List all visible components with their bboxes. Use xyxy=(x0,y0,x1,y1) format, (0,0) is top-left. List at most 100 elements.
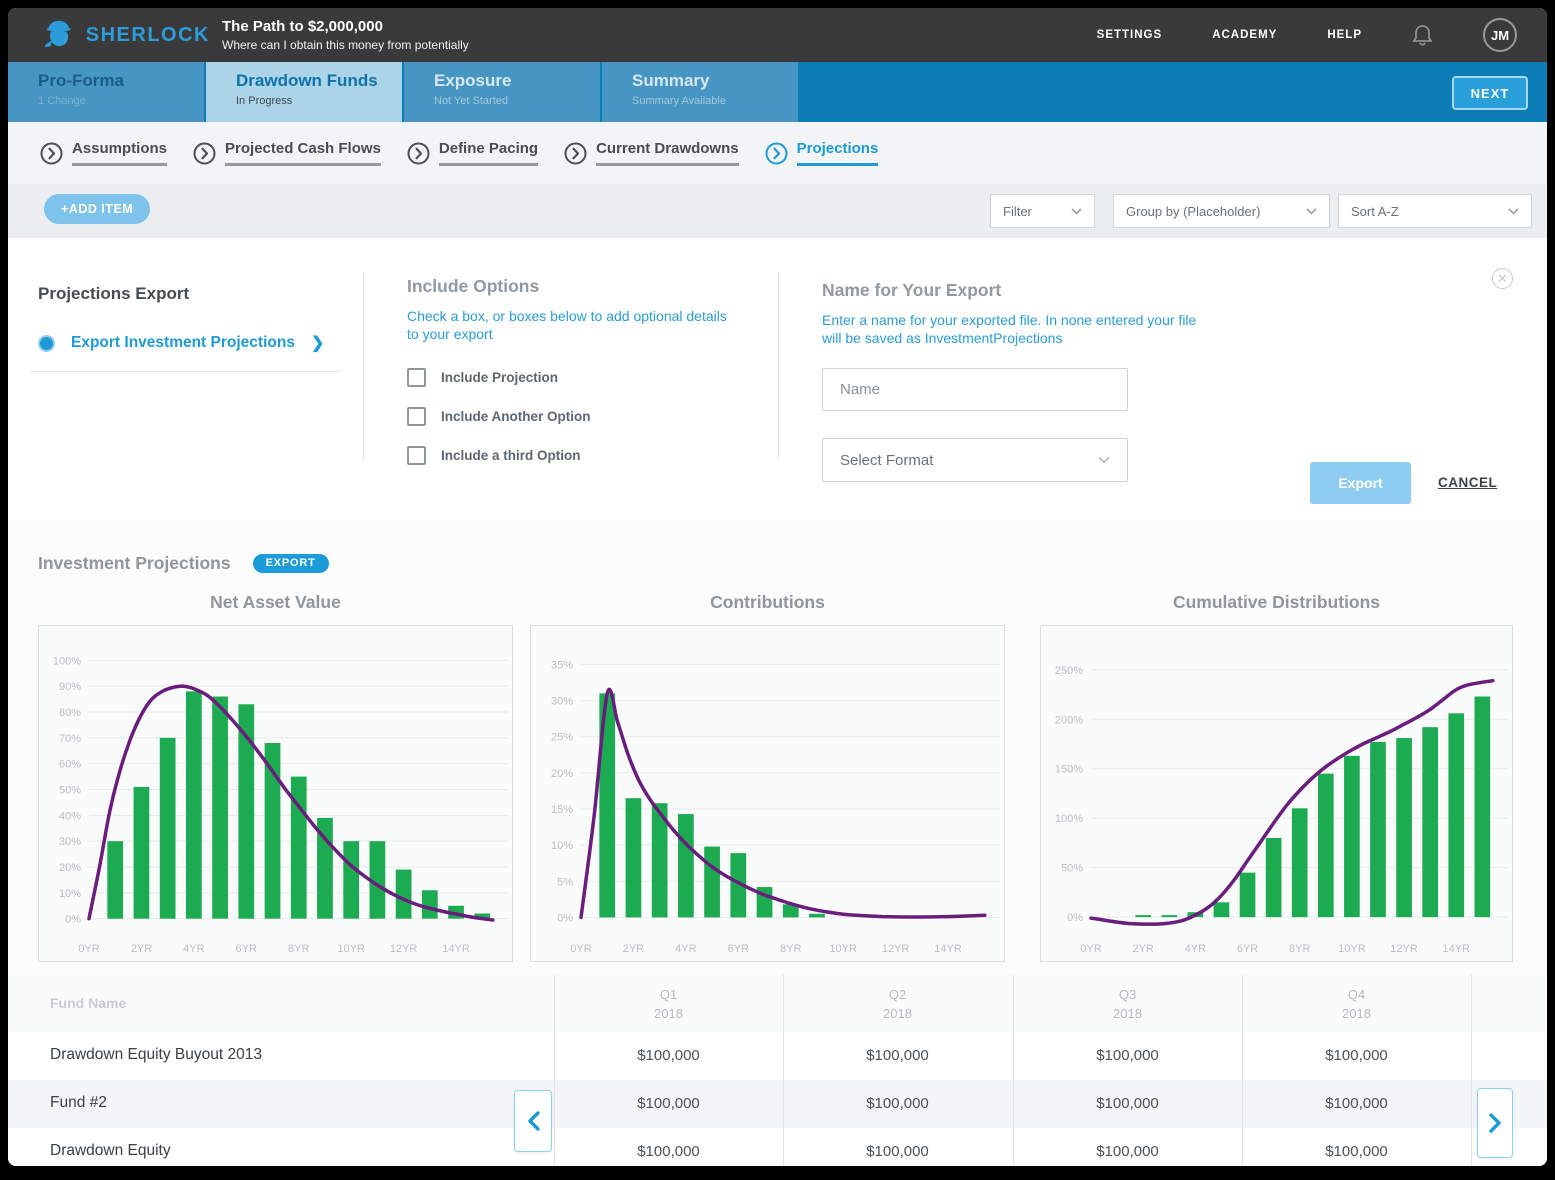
chevron-circle-icon xyxy=(765,142,788,165)
fund-name-header: Fund Name xyxy=(50,995,126,1011)
tab-drawdown-funds[interactable]: Drawdown FundsIn Progress xyxy=(206,62,402,122)
checkbox-unchecked-icon[interactable] xyxy=(407,368,426,387)
chevron-circle-icon xyxy=(564,142,587,165)
step-assumptions[interactable]: Assumptions xyxy=(40,140,167,166)
chevron-down-icon xyxy=(1508,208,1519,215)
export-name-hint: Enter a name for your exported file. In … xyxy=(822,311,1212,347)
svg-text:10%: 10% xyxy=(551,840,573,852)
svg-text:15%: 15% xyxy=(551,804,573,816)
chevron-down-icon xyxy=(1071,208,1082,215)
svg-text:50%: 50% xyxy=(1061,863,1083,875)
svg-text:14YR: 14YR xyxy=(934,943,962,955)
checkbox-unchecked-icon[interactable] xyxy=(407,446,426,465)
checkbox-unchecked-icon[interactable] xyxy=(407,407,426,426)
chevron-down-icon xyxy=(1098,456,1110,464)
radio-selected-icon[interactable] xyxy=(38,335,55,352)
checkbox-include-another-option[interactable]: Include Another Option xyxy=(407,404,737,428)
table-scroll-right-button[interactable] xyxy=(1477,1088,1513,1158)
svg-text:4YR: 4YR xyxy=(1185,943,1206,955)
step-current-drawdowns[interactable]: Current Drawdowns xyxy=(564,140,739,166)
export-investment-projections-option[interactable]: Export Investment Projections ❯ xyxy=(38,333,324,353)
checkbox-include-projection[interactable]: Include Projection xyxy=(407,365,737,389)
table-row-drawdown-equity: Drawdown Equity$100,000$100,000$100,000$… xyxy=(8,1128,1547,1166)
export-name-title: Name for Your Export xyxy=(822,280,1142,301)
tab-status: Summary Available xyxy=(632,95,798,107)
svg-text:2YR: 2YR xyxy=(131,943,152,955)
toolbar: +ADD ITEM Filter Group by (Placeholder) … xyxy=(8,184,1547,238)
value-cell: $100,000 xyxy=(1242,1047,1471,1064)
cancel-link[interactable]: CANCEL xyxy=(1438,475,1497,490)
step-define-pacing[interactable]: Define Pacing xyxy=(407,140,538,166)
filter-dropdown[interactable]: Filter xyxy=(990,194,1095,228)
step-projections[interactable]: Projections xyxy=(765,140,879,166)
svg-text:70%: 70% xyxy=(59,733,81,745)
next-button[interactable]: NEXT xyxy=(1452,76,1528,110)
svg-text:10YR: 10YR xyxy=(829,943,857,955)
quarter-label: Q3 xyxy=(1013,985,1242,1004)
fund-name-cell: Drawdown Equity Buyout 2013 xyxy=(50,1046,262,1064)
value-cell: $100,000 xyxy=(554,1143,783,1160)
app-window: SHERLOCK The Path to $2,000,000 Where ca… xyxy=(8,8,1547,1166)
sort-dropdown[interactable]: Sort A-Z xyxy=(1338,194,1532,228)
radio-label: Export Investment Projections xyxy=(71,334,295,352)
step-label: Projections xyxy=(797,140,879,166)
format-dropdown[interactable]: Select Format xyxy=(822,438,1128,482)
investment-projections-section: Investment Projections EXPORT Net Asset … xyxy=(8,520,1547,975)
add-item-button[interactable]: +ADD ITEM xyxy=(44,194,150,224)
chart-canvas: 0%50%100%150%200%250%0YR2YR4YR6YR8YR10YR… xyxy=(1041,626,1510,961)
brand[interactable]: SHERLOCK xyxy=(40,16,210,54)
svg-text:30%: 30% xyxy=(59,836,81,848)
svg-text:80%: 80% xyxy=(59,707,81,719)
tab-status: Not Yet Started xyxy=(434,95,600,107)
svg-text:250%: 250% xyxy=(1055,665,1083,677)
contributions-chart: 0%5%10%15%20%25%30%35%0YR2YR4YR6YR8YR10Y… xyxy=(530,625,1005,962)
svg-text:100%: 100% xyxy=(53,655,81,667)
value-cell: $100,000 xyxy=(1013,1095,1242,1112)
svg-text:20%: 20% xyxy=(59,862,81,874)
export-name-input[interactable] xyxy=(822,368,1128,411)
export-button[interactable]: Export xyxy=(1310,462,1411,504)
checkbox-include-a-third-option[interactable]: Include a third Option xyxy=(407,443,737,467)
net-asset-value-chart: 0%10%20%30%40%50%60%70%80%90%100%0YR2YR4… xyxy=(38,625,513,962)
value-cell: $100,000 xyxy=(1013,1047,1242,1064)
year-label: 2018 xyxy=(1242,1004,1471,1023)
year-label: 2018 xyxy=(1013,1004,1242,1023)
group-by-dropdown[interactable]: Group by (Placeholder) xyxy=(1113,194,1330,228)
svg-text:0%: 0% xyxy=(1067,912,1083,924)
avatar[interactable]: JM xyxy=(1483,18,1517,52)
export-badge-button[interactable]: EXPORT xyxy=(253,554,329,573)
divider xyxy=(1471,975,1472,1166)
svg-text:0%: 0% xyxy=(557,912,573,924)
svg-text:0%: 0% xyxy=(65,914,81,926)
close-icon[interactable]: ✕ xyxy=(1492,268,1513,289)
svg-text:2YR: 2YR xyxy=(1132,943,1153,955)
step-label: Assumptions xyxy=(72,140,167,166)
tab-exposure[interactable]: Exposure Not Yet Started xyxy=(404,62,600,122)
chart-title-cumulative-distributions: Cumulative Distributions xyxy=(1040,592,1513,613)
svg-text:50%: 50% xyxy=(59,785,81,797)
value-cell: $100,000 xyxy=(1013,1143,1242,1160)
fund-name-cell: Fund #2 xyxy=(50,1094,107,1112)
value-cell: $100,000 xyxy=(783,1143,1012,1160)
svg-text:14YR: 14YR xyxy=(442,943,470,955)
svg-text:35%: 35% xyxy=(551,659,573,671)
svg-text:8YR: 8YR xyxy=(288,943,309,955)
breadcrumb: Assumptions Projected Cash Flows Define Pa… xyxy=(8,122,1547,184)
nav-academy[interactable]: ACADEMY xyxy=(1212,29,1277,41)
include-options-checkboxes: Include Projection Include Another Option… xyxy=(407,365,737,467)
table-scroll-left-button[interactable] xyxy=(514,1090,552,1152)
tab-label: Exposure xyxy=(434,71,600,91)
chevron-right-icon xyxy=(1489,1113,1502,1133)
include-options-title: Include Options xyxy=(407,276,737,297)
nav-settings[interactable]: SETTINGS xyxy=(1097,29,1163,41)
step-projected-cash-flows[interactable]: Projected Cash Flows xyxy=(193,140,381,166)
tab-pro-forma[interactable]: Pro-Forma1 Change xyxy=(8,62,204,122)
projections-export-panel: Projections Export Export Investment Pro… xyxy=(8,238,1547,520)
chart-title-contributions: Contributions xyxy=(530,592,1005,613)
notification-bell-icon[interactable] xyxy=(1412,24,1433,47)
value-cell: $100,000 xyxy=(554,1047,783,1064)
filter-dropdown-value: Filter xyxy=(1003,204,1032,219)
nav-help[interactable]: HELP xyxy=(1327,29,1362,41)
value-cell: $100,000 xyxy=(783,1095,1012,1112)
tab-summary[interactable]: SummarySummary Available xyxy=(602,62,798,122)
